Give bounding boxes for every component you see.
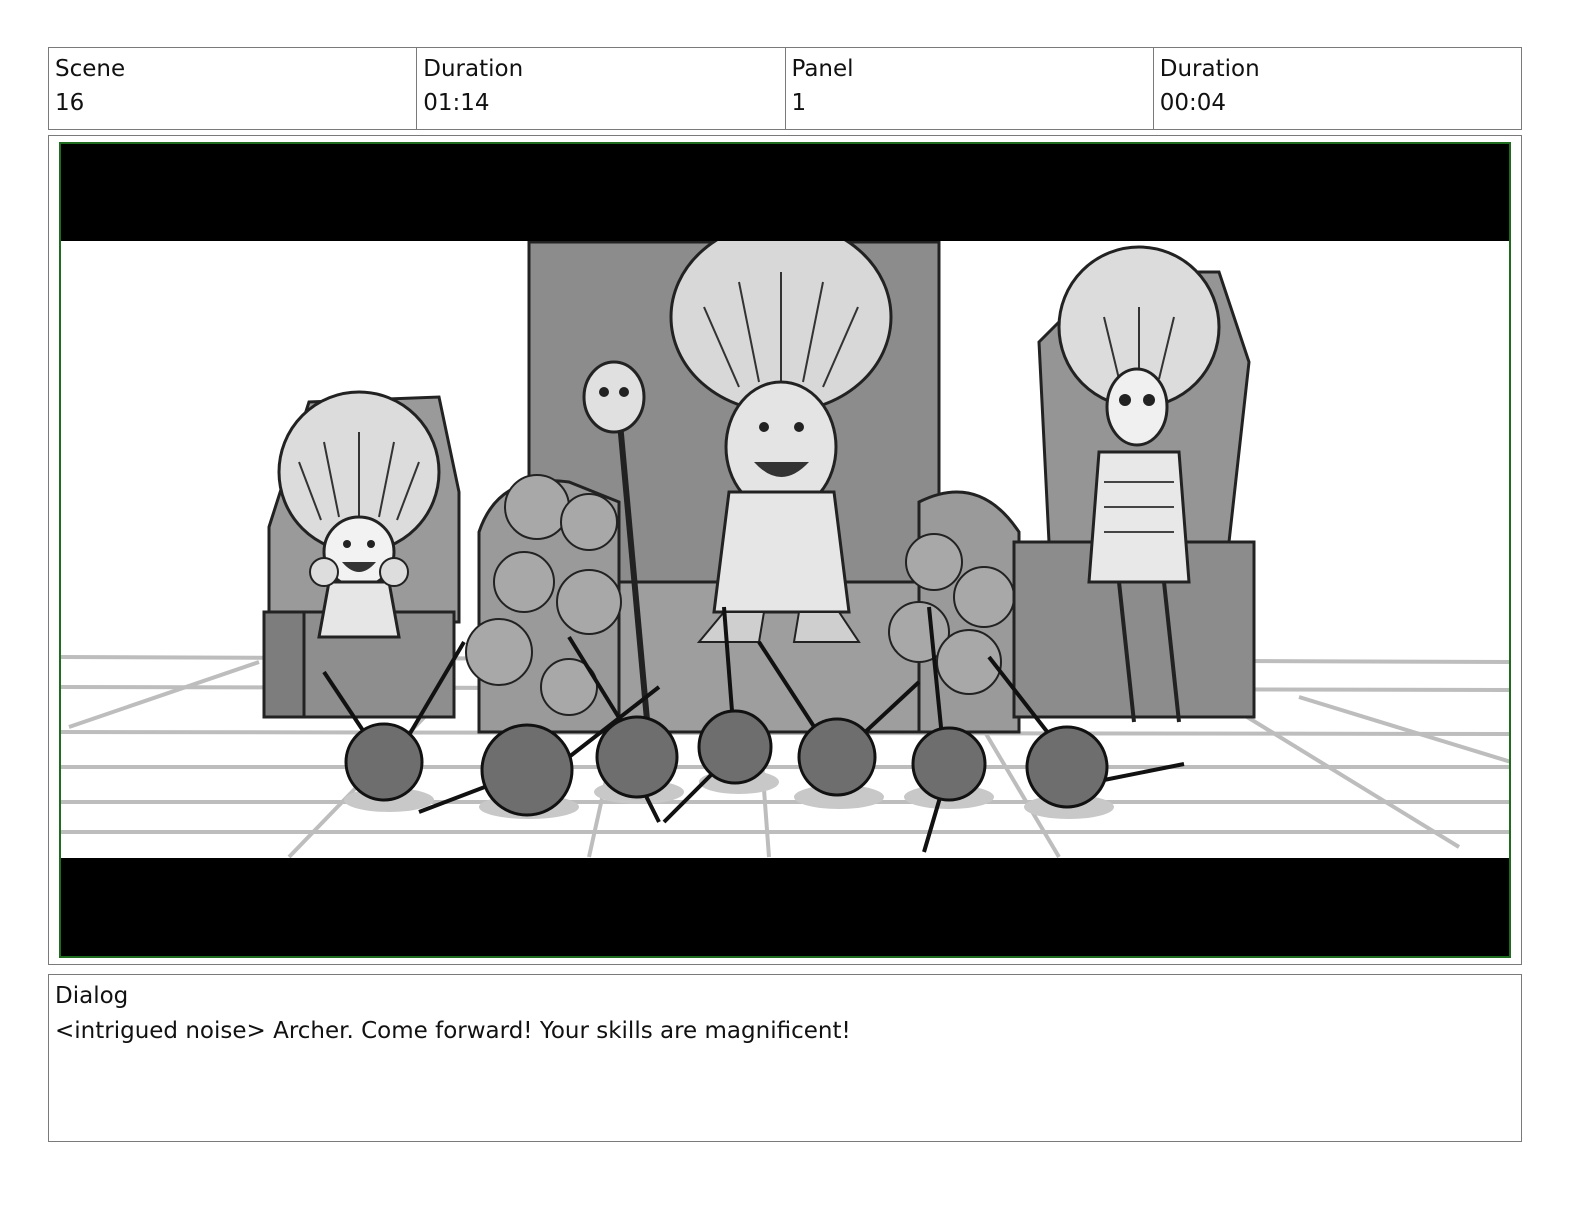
panel-duration-label: Duration xyxy=(1159,56,1260,82)
panel-label: Panel xyxy=(791,56,854,82)
storyboard-sketch-icon xyxy=(59,142,1511,958)
dialog-text: <intrigued noise> Archer. Come forward! … xyxy=(55,1018,851,1044)
scene-duration-label: Duration xyxy=(423,56,524,82)
storyboard-panel xyxy=(48,135,1522,965)
dialog-label: Dialog xyxy=(55,983,129,1009)
panel-duration-cell: Duration 00:04 xyxy=(1154,48,1521,129)
scene-label: Scene xyxy=(55,56,126,82)
panel-value: 1 xyxy=(791,90,807,116)
panel-duration-value: 00:04 xyxy=(1159,90,1227,116)
letterbox-bottom xyxy=(59,858,1511,958)
dialog-box: Dialog <intrigued noise> Archer. Come fo… xyxy=(48,974,1522,1142)
scene-cell: Scene 16 xyxy=(49,48,418,129)
panel-header: Scene 16 Duration 01:14 Panel 1 Duration… xyxy=(48,47,1522,130)
scene-duration-value: 01:14 xyxy=(423,90,490,116)
panel-cell: Panel 1 xyxy=(786,48,1154,129)
scene-value: 16 xyxy=(55,90,85,116)
left-throne xyxy=(262,390,461,719)
scene-duration-cell: Duration 01:14 xyxy=(417,48,786,129)
letterbox-top xyxy=(59,142,1511,241)
